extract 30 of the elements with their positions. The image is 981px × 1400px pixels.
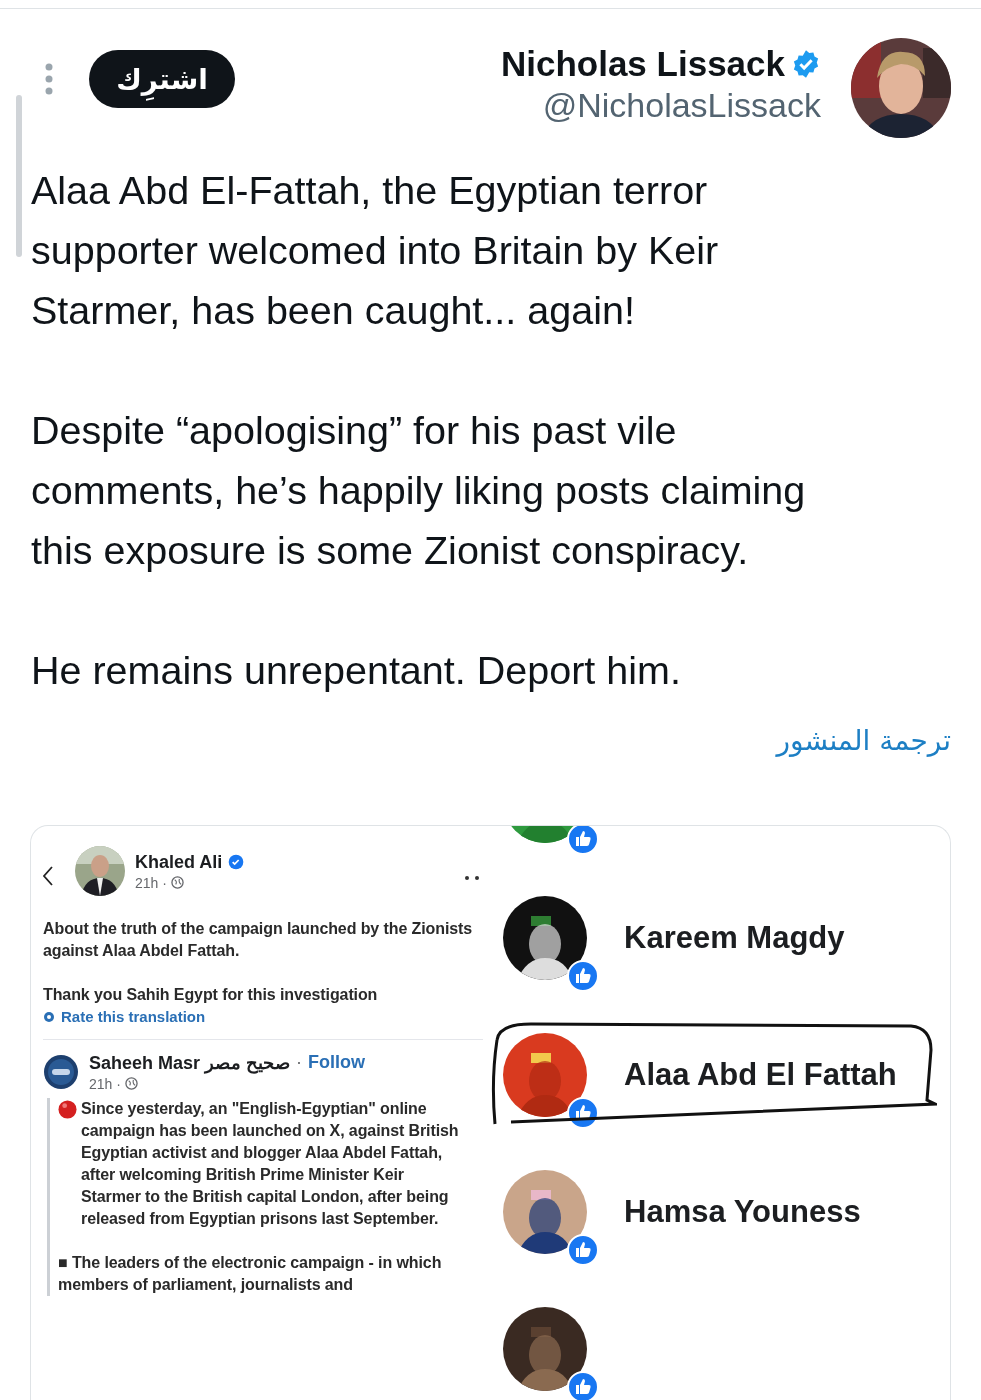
shared-post-text: ■ The leaders of the electronic campaign - in which members of parliament, journalists and — [58, 1252, 443, 1295]
liker-name[interactable]: Hamsa Youness — [624, 1193, 861, 1230]
like-icon — [567, 1233, 599, 1266]
post-text: Thank you Sahih Egypt for this investigation — [43, 985, 379, 1005]
rate-translation-link[interactable]: Rate this translation — [43, 1008, 206, 1025]
tweet-text: Despite “apologising” for his past vile comments, he’s happily liking posts claiming this exposure is some Zionist conspiracy. — [31, 407, 807, 574]
more-options-icon[interactable] — [465, 876, 479, 880]
post-text: About the truth of the campaign launched by the Zionists against Alaa Abdel Fattah. — [43, 919, 474, 961]
tweet-text: Alaa Abd El-Fattah, the Egyptian terror supporter welcomed into Britain by Keir Starmer, has been caught... again! — [31, 167, 720, 334]
follow-link[interactable]: Follow — [308, 1052, 366, 1073]
shared-author-name[interactable]: Saheeh Masr صحيح مصر — [89, 1051, 291, 1074]
author-name[interactable]: Nicholas Lissack — [500, 44, 785, 84]
author-handle[interactable]: @NicholasLissack — [542, 86, 821, 125]
like-icon — [567, 959, 599, 992]
liker-name[interactable]: Kareem Magdy — [624, 919, 845, 956]
gear-icon — [43, 1010, 55, 1023]
alert-dot-icon — [58, 1099, 77, 1119]
globe-icon — [170, 876, 184, 889]
shared-post-time: 21h · — [89, 1075, 121, 1092]
globe-icon — [124, 1077, 138, 1090]
separator-dot: · — [296, 1052, 303, 1073]
post-author-name[interactable]: Khaled Ali — [135, 851, 223, 873]
tweet-text: He remains unrepentant. Deport him. — [31, 647, 682, 694]
subscribe-button[interactable]: اشترِك — [89, 50, 235, 108]
post-time: 21h · — [135, 874, 167, 891]
back-icon[interactable] — [43, 866, 53, 886]
like-icon — [567, 1096, 599, 1129]
shared-post-text: Since yesterday, an "English-Egyptian" online campaign has been launched on X, against British Egyptian activist and blogger Alaa Abdel Fattah, after welcoming British Prime Minister Keir Starmer to the British capital London, after being released from Egyptian prisons last September. — [81, 1098, 460, 1229]
translate-link[interactable]: ترجمة المنشور — [776, 724, 951, 757]
liker-name[interactable]: Alaa Abd El Fattah — [624, 1056, 897, 1093]
